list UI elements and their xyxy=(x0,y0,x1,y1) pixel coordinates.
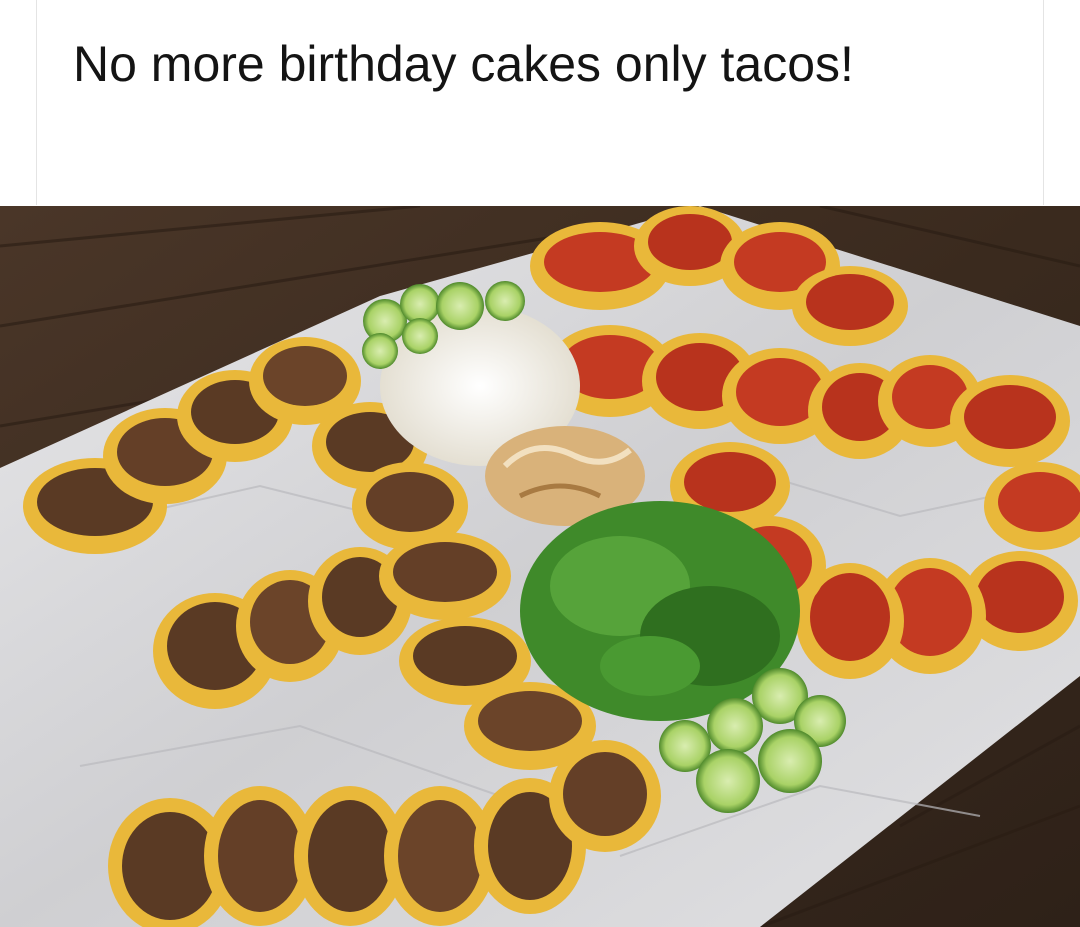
caption-area: No more birthday cakes only tacos! xyxy=(36,0,1044,205)
taco-platter-image xyxy=(0,206,1080,927)
post-card: No more birthday cakes only tacos! xyxy=(0,0,1080,927)
post-caption: No more birthday cakes only tacos! xyxy=(73,36,854,92)
post-photo[interactable] xyxy=(0,206,1080,927)
